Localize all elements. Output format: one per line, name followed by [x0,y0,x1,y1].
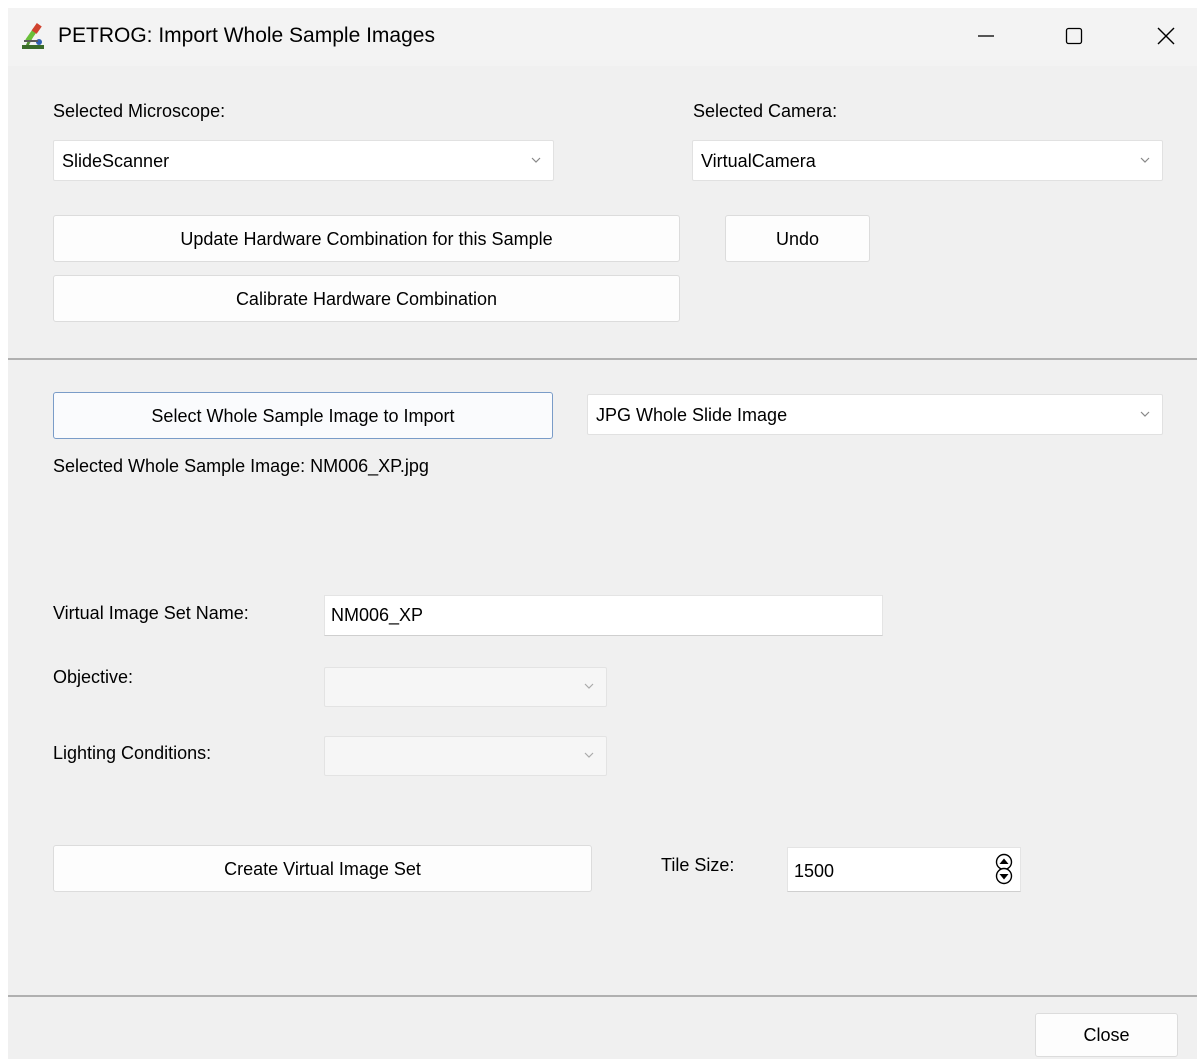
microscope-icon [20,22,46,50]
camera-select-value: VirtualCamera [701,151,816,171]
maximize-icon [1064,26,1084,46]
chevron-down-icon [584,683,594,689]
lighting-select[interactable] [324,736,607,776]
minimize-button[interactable] [956,8,1016,64]
image-set-name-input[interactable]: NM006_XP [324,595,883,636]
lighting-label: Lighting Conditions: [53,743,212,763]
chevron-down-icon [1140,411,1150,417]
title-bar: PETROG: Import Whole Sample Images [8,8,1197,66]
selected-image-text: Selected Whole Sample Image: NM006_XP.jp… [53,456,429,476]
close-icon [1156,26,1176,46]
undo-button[interactable]: Undo [725,215,870,262]
objective-select[interactable] [324,667,607,707]
tile-size-label: Tile Size: [661,855,735,875]
import-window: PETROG: Import Whole Sample Images Selec… [8,8,1197,1059]
window-title: PETROG: Import Whole Sample Images [58,24,435,47]
camera-select[interactable]: VirtualCamera [692,140,1163,181]
image-format-value: JPG Whole Slide Image [596,405,788,425]
camera-label: Selected Camera: [693,101,838,121]
section-divider [8,358,1197,360]
spin-arrows-icon[interactable] [994,852,1014,886]
microscope-select-value: SlideScanner [62,151,170,171]
footer-divider [8,995,1197,997]
tile-size-spinner[interactable]: 1500 [787,847,1021,892]
image-set-name-value: NM006_XP [331,605,424,625]
calibrate-hardware-button[interactable]: Calibrate Hardware Combination [53,275,680,322]
image-set-name-label: Virtual Image Set Name: [53,603,249,623]
select-image-button[interactable]: Select Whole Sample Image to Import [53,392,553,439]
close-window-button[interactable] [1136,8,1196,64]
maximize-button[interactable] [1044,8,1104,64]
objective-label: Objective: [53,667,134,687]
tile-size-value: 1500 [794,861,835,881]
image-format-select[interactable]: JPG Whole Slide Image [587,394,1163,435]
microscope-label: Selected Microscope: [53,101,226,121]
minimize-icon [976,26,996,46]
microscope-select[interactable]: SlideScanner [53,140,554,181]
create-image-set-button[interactable]: Create Virtual Image Set [53,845,592,892]
chevron-down-icon [1140,157,1150,163]
close-button[interactable]: Close [1035,1013,1178,1057]
chevron-down-icon [531,157,541,163]
update-hardware-button[interactable]: Update Hardware Combination for this Sam… [53,215,680,262]
chevron-down-icon [584,752,594,758]
